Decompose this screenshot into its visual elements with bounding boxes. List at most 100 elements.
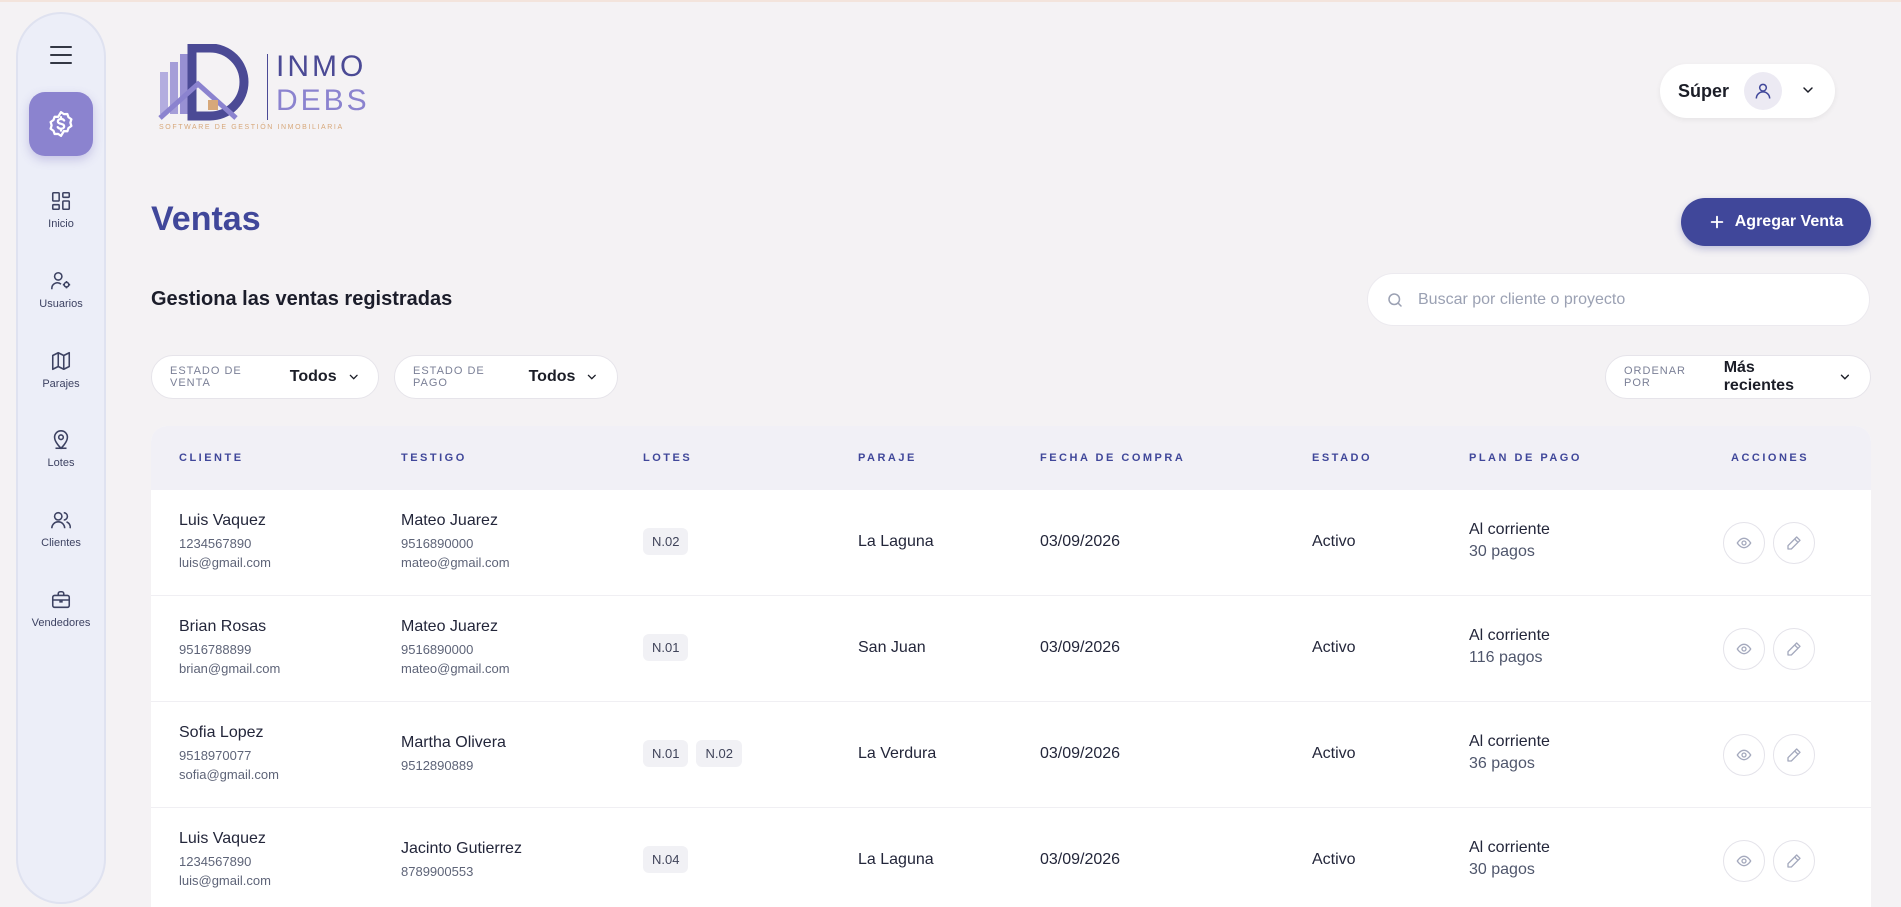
dollar-badge-icon: [49, 111, 73, 137]
logo-text-line2: DEBS: [276, 84, 370, 117]
plus-icon: [1710, 215, 1724, 229]
user-icon: [1755, 83, 1771, 99]
column-header: ACCIONES: [1731, 452, 1810, 464]
sidebar-item-label: Lotes: [47, 457, 75, 469]
page-subtitle: Gestiona las ventas registradas: [151, 288, 453, 310]
filter-label: ESTADO DE VENTA: [170, 365, 242, 389]
client-email: brian@gmail.com: [179, 661, 281, 676]
add-sale-button[interactable]: Agregar Venta: [1681, 198, 1871, 246]
search-input[interactable]: [1418, 286, 1848, 314]
sidebar-item-usuarios[interactable]: Usuarios: [18, 270, 104, 310]
column-header: PARAJE: [858, 452, 917, 464]
column-header: TESTIGO: [401, 452, 467, 464]
page-title: Ventas: [151, 200, 261, 238]
edit-button[interactable]: [1773, 734, 1815, 776]
client-name: Brian Rosas: [179, 618, 267, 635]
map-pin-icon: [53, 430, 69, 450]
status-cell: Activo: [1312, 533, 1356, 550]
witness-name: Jacinto Gutierrez: [401, 840, 522, 857]
sidebar-item-inicio[interactable]: Inicio: [18, 190, 104, 230]
plan-status: Al corriente: [1469, 521, 1550, 538]
witness-email: mateo@gmail.com: [401, 661, 510, 676]
sidebar-item-label: Parajes: [42, 378, 80, 390]
date-cell: 03/09/2026: [1040, 639, 1121, 656]
plan-payments: 116 pagos: [1469, 649, 1543, 666]
chevron-down-icon: [1840, 374, 1850, 380]
paraje-cell: La Laguna: [858, 533, 934, 550]
client-email: luis@gmail.com: [179, 873, 271, 888]
sidebar-item-clientes[interactable]: Clientes: [18, 509, 104, 549]
lote-badge: N.02: [696, 740, 742, 767]
client-name: Luis Vaquez: [179, 512, 266, 529]
status-cell: Activo: [1312, 851, 1356, 868]
view-button[interactable]: [1723, 628, 1765, 670]
witness-name: Martha Olivera: [401, 734, 506, 751]
eye-icon: [1736, 537, 1752, 549]
client-phone: 1234567890: [179, 854, 252, 869]
witness-name: Mateo Juarez: [401, 618, 498, 635]
client-name: Sofia Lopez: [179, 724, 264, 741]
witness-phone: 9512890889: [401, 758, 474, 773]
sidebar-item-label: Vendedores: [31, 617, 91, 629]
sales-nav-button[interactable]: [29, 92, 93, 156]
menu-icon[interactable]: [50, 46, 72, 66]
filter-value: Más recientes: [1723, 359, 1794, 394]
view-button[interactable]: [1723, 734, 1765, 776]
lote-badge: N.04: [643, 846, 689, 873]
view-button[interactable]: [1723, 840, 1765, 882]
plan-status: Al corriente: [1469, 733, 1550, 750]
sidebar-item-lotes[interactable]: Lotes: [18, 429, 104, 469]
avatar: [1744, 72, 1782, 110]
paraje-cell: La Laguna: [858, 851, 934, 868]
client-email: luis@gmail.com: [179, 555, 271, 570]
sidebar-item-label: Usuarios: [39, 298, 83, 310]
logo-tagline: SOFTWARE DE GESTIÓN INMOBILIARIA: [159, 124, 344, 131]
witness-phone: 8789900553: [401, 864, 474, 879]
plan-status: Al corriente: [1469, 627, 1550, 644]
briefcase-icon: [51, 590, 71, 609]
grid-icon: [51, 191, 71, 211]
plan-status: Al corriente: [1469, 839, 1550, 856]
sidebar-item-label: Inicio: [48, 218, 74, 230]
status-cell: Activo: [1312, 745, 1356, 762]
filter-label: ESTADO DE PAGO: [413, 365, 485, 389]
table-row: Brian Rosas 9516788899 brian@gmail.com M…: [151, 596, 1871, 702]
column-header: LOTES: [643, 452, 693, 464]
edit-button[interactable]: [1773, 628, 1815, 670]
plan-payments: 36 pagos: [1469, 755, 1535, 772]
chevron-down-icon: [1800, 82, 1816, 103]
add-sale-label: Agregar Venta: [1734, 213, 1844, 230]
eye-icon: [1736, 855, 1752, 867]
chevron-down-icon: [588, 374, 597, 380]
sidebar-item-parajes[interactable]: Parajes: [18, 350, 104, 390]
plan-payments: 30 pagos: [1469, 543, 1535, 560]
witness-name: Mateo Juarez: [401, 512, 498, 529]
edit-button[interactable]: [1773, 522, 1815, 564]
client-email: sofia@gmail.com: [179, 767, 279, 782]
user-menu[interactable]: Súper: [1660, 64, 1835, 118]
date-cell: 03/09/2026: [1040, 533, 1121, 550]
sort-select[interactable]: ORDENAR POR Más recientes: [1605, 355, 1871, 399]
witness-email: mateo@gmail.com: [401, 555, 510, 570]
witness-phone: 9516890000: [401, 642, 474, 657]
logo-text-line1: INMO: [276, 50, 367, 83]
table-row: Luis Vaquez 1234567890 luis@gmail.com Ma…: [151, 490, 1871, 596]
map-icon: [51, 351, 71, 371]
table-row: Luis Vaquez 1234567890 luis@gmail.com Ja…: [151, 808, 1871, 907]
sidebar-item-vendedores[interactable]: Vendedores: [18, 589, 104, 629]
paraje-cell: La Verdura: [858, 745, 937, 762]
column-header: CLIENTE: [179, 452, 244, 464]
search-box: [1367, 273, 1870, 326]
filter-estado-pago[interactable]: ESTADO DE PAGO Todos: [394, 355, 618, 399]
status-cell: Activo: [1312, 639, 1356, 656]
top-border: [0, 0, 1901, 2]
client-phone: 1234567890: [179, 536, 252, 551]
app-logo: INMO DEBS SOFTWARE DE GESTIÓN INMOBILIAR…: [156, 44, 386, 136]
column-header: PLAN DE PAGO: [1469, 452, 1582, 464]
edit-button[interactable]: [1773, 840, 1815, 882]
house-logo-icon: [158, 44, 249, 121]
view-button[interactable]: [1723, 522, 1765, 564]
user-settings-icon: [51, 271, 71, 290]
filter-estado-venta[interactable]: ESTADO DE VENTA Todos: [151, 355, 379, 399]
chevron-down-icon: [349, 374, 358, 380]
